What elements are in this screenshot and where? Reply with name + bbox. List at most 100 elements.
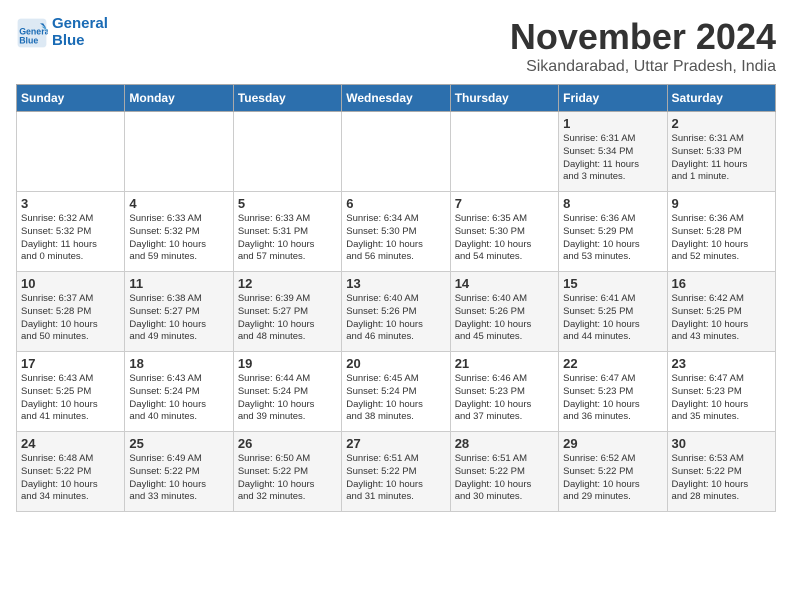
- day-info: Sunrise: 6:44 AM Sunset: 5:24 PM Dayligh…: [238, 373, 337, 424]
- calendar-cell-2-1: 11 Sunrise: 6:38 AM Sunset: 5:27 PM Dayli…: [125, 272, 233, 352]
- day-info: Sunrise: 6:41 AM Sunset: 5:25 PM Dayligh…: [563, 293, 662, 344]
- calendar-row-1: 3Sunrise: 6:32 AM Sunset: 5:32 PM Daylig…: [17, 192, 776, 272]
- day-info: Sunrise: 6:51 AM Sunset: 5:22 PM Dayligh…: [346, 453, 445, 504]
- calendar-cell-0-1: [125, 112, 233, 192]
- calendar-cell-4-3: 27 Sunrise: 6:51 AM Sunset: 5:22 PM Dayli…: [342, 432, 450, 512]
- day-info: Sunrise: 6:47 AM Sunset: 5:23 PM Dayligh…: [672, 373, 771, 424]
- calendar-cell-1-6: 9 Sunrise: 6:36 AM Sunset: 5:28 PM Daylig…: [667, 192, 775, 272]
- day-number: 6: [346, 196, 445, 211]
- calendar-cell-3-6: 23 Sunrise: 6:47 AM Sunset: 5:23 PM Dayli…: [667, 352, 775, 432]
- header-sunday: Sunday: [17, 85, 125, 112]
- day-info: Sunrise: 6:50 AM Sunset: 5:22 PM Dayligh…: [238, 453, 337, 504]
- day-number: 11: [129, 276, 228, 291]
- calendar-cell-0-3: [342, 112, 450, 192]
- calendar-cell-3-0: 17 Sunrise: 6:43 AM Sunset: 5:25 PM Dayli…: [17, 352, 125, 432]
- logo-icon: General Blue: [16, 17, 48, 49]
- calendar-cell-2-3: 13Sunrise: 6:40 AM Sunset: 5:26 PM Dayli…: [342, 272, 450, 352]
- day-number: 23: [672, 356, 771, 371]
- day-number: 17: [21, 356, 120, 371]
- header-friday: Friday: [559, 85, 667, 112]
- day-info: Sunrise: 6:48 AM Sunset: 5:22 PM Dayligh…: [21, 453, 120, 504]
- header-thursday: Thursday: [450, 85, 558, 112]
- calendar-body: 1 Sunrise: 6:31 AM Sunset: 5:34 PM Daylig…: [17, 112, 776, 512]
- location-subtitle: Sikandarabad, Uttar Pradesh, India: [510, 58, 776, 76]
- day-number: 16: [672, 276, 771, 291]
- day-info: Sunrise: 6:38 AM Sunset: 5:27 PM Dayligh…: [129, 293, 228, 344]
- logo-text-general: General: [52, 16, 108, 33]
- calendar-cell-0-0: [17, 112, 125, 192]
- calendar-cell-2-0: 10Sunrise: 6:37 AM Sunset: 5:28 PM Dayli…: [17, 272, 125, 352]
- calendar-header: Sunday Monday Tuesday Wednesday Thursday…: [17, 85, 776, 112]
- day-number: 21: [455, 356, 554, 371]
- calendar-cell-3-5: 22 Sunrise: 6:47 AM Sunset: 5:23 PM Dayli…: [559, 352, 667, 432]
- day-number: 15: [563, 276, 662, 291]
- day-info: Sunrise: 6:40 AM Sunset: 5:26 PM Dayligh…: [455, 293, 554, 344]
- calendar-table: Sunday Monday Tuesday Wednesday Thursday…: [16, 84, 776, 512]
- day-number: 7: [455, 196, 554, 211]
- calendar-cell-4-0: 24Sunrise: 6:48 AM Sunset: 5:22 PM Dayli…: [17, 432, 125, 512]
- day-number: 1: [563, 116, 662, 131]
- logo-text-blue: Blue: [52, 33, 108, 50]
- day-number: 27: [346, 436, 445, 451]
- calendar-cell-0-6: 2 Sunrise: 6:31 AM Sunset: 5:33 PM Daylig…: [667, 112, 775, 192]
- day-info: Sunrise: 6:43 AM Sunset: 5:25 PM Dayligh…: [21, 373, 120, 424]
- day-info: Sunrise: 6:36 AM Sunset: 5:28 PM Dayligh…: [672, 213, 771, 264]
- calendar-cell-3-4: 21 Sunrise: 6:46 AM Sunset: 5:23 PM Dayli…: [450, 352, 558, 432]
- header-tuesday: Tuesday: [233, 85, 341, 112]
- calendar-row-4: 24Sunrise: 6:48 AM Sunset: 5:22 PM Dayli…: [17, 432, 776, 512]
- day-number: 26: [238, 436, 337, 451]
- day-number: 2: [672, 116, 771, 131]
- day-number: 9: [672, 196, 771, 211]
- calendar-row-0: 1 Sunrise: 6:31 AM Sunset: 5:34 PM Daylig…: [17, 112, 776, 192]
- day-number: 18: [129, 356, 228, 371]
- day-info: Sunrise: 6:47 AM Sunset: 5:23 PM Dayligh…: [563, 373, 662, 424]
- day-number: 29: [563, 436, 662, 451]
- header-wednesday: Wednesday: [342, 85, 450, 112]
- calendar-cell-3-2: 19Sunrise: 6:44 AM Sunset: 5:24 PM Dayli…: [233, 352, 341, 432]
- calendar-cell-1-0: 3Sunrise: 6:32 AM Sunset: 5:32 PM Daylig…: [17, 192, 125, 272]
- calendar-cell-1-2: 5Sunrise: 6:33 AM Sunset: 5:31 PM Daylig…: [233, 192, 341, 272]
- calendar-cell-3-1: 18 Sunrise: 6:43 AM Sunset: 5:24 PM Dayli…: [125, 352, 233, 432]
- day-number: 8: [563, 196, 662, 211]
- calendar-cell-3-3: 20Sunrise: 6:45 AM Sunset: 5:24 PM Dayli…: [342, 352, 450, 432]
- day-number: 13: [346, 276, 445, 291]
- day-info: Sunrise: 6:45 AM Sunset: 5:24 PM Dayligh…: [346, 373, 445, 424]
- month-title: November 2024: [510, 16, 776, 58]
- day-number: 4: [129, 196, 228, 211]
- day-info: Sunrise: 6:37 AM Sunset: 5:28 PM Dayligh…: [21, 293, 120, 344]
- day-info: Sunrise: 6:42 AM Sunset: 5:25 PM Dayligh…: [672, 293, 771, 344]
- header-row: Sunday Monday Tuesday Wednesday Thursday…: [17, 85, 776, 112]
- day-number: 5: [238, 196, 337, 211]
- calendar-cell-1-1: 4 Sunrise: 6:33 AM Sunset: 5:32 PM Daylig…: [125, 192, 233, 272]
- logo: General Blue General Blue: [16, 16, 108, 49]
- day-number: 12: [238, 276, 337, 291]
- title-block: November 2024 Sikandarabad, Uttar Prades…: [510, 16, 776, 76]
- day-info: Sunrise: 6:31 AM Sunset: 5:34 PM Dayligh…: [563, 133, 662, 184]
- page-header: General Blue General Blue November 2024 …: [16, 16, 776, 76]
- day-info: Sunrise: 6:31 AM Sunset: 5:33 PM Dayligh…: [672, 133, 771, 184]
- calendar-row-3: 17 Sunrise: 6:43 AM Sunset: 5:25 PM Dayli…: [17, 352, 776, 432]
- calendar-cell-1-3: 6 Sunrise: 6:34 AM Sunset: 5:30 PM Daylig…: [342, 192, 450, 272]
- day-info: Sunrise: 6:39 AM Sunset: 5:27 PM Dayligh…: [238, 293, 337, 344]
- day-info: Sunrise: 6:33 AM Sunset: 5:32 PM Dayligh…: [129, 213, 228, 264]
- header-saturday: Saturday: [667, 85, 775, 112]
- day-info: Sunrise: 6:43 AM Sunset: 5:24 PM Dayligh…: [129, 373, 228, 424]
- calendar-cell-1-5: 8 Sunrise: 6:36 AM Sunset: 5:29 PM Daylig…: [559, 192, 667, 272]
- day-info: Sunrise: 6:53 AM Sunset: 5:22 PM Dayligh…: [672, 453, 771, 504]
- calendar-cell-4-4: 28Sunrise: 6:51 AM Sunset: 5:22 PM Dayli…: [450, 432, 558, 512]
- calendar-cell-2-5: 15 Sunrise: 6:41 AM Sunset: 5:25 PM Dayli…: [559, 272, 667, 352]
- day-number: 14: [455, 276, 554, 291]
- day-info: Sunrise: 6:34 AM Sunset: 5:30 PM Dayligh…: [346, 213, 445, 264]
- day-number: 25: [129, 436, 228, 451]
- calendar-cell-2-4: 14 Sunrise: 6:40 AM Sunset: 5:26 PM Dayli…: [450, 272, 558, 352]
- calendar-cell-4-2: 26 Sunrise: 6:50 AM Sunset: 5:22 PM Dayli…: [233, 432, 341, 512]
- calendar-cell-4-6: 30 Sunrise: 6:53 AM Sunset: 5:22 PM Dayli…: [667, 432, 775, 512]
- calendar-cell-2-2: 12 Sunrise: 6:39 AM Sunset: 5:27 PM Dayli…: [233, 272, 341, 352]
- day-info: Sunrise: 6:36 AM Sunset: 5:29 PM Dayligh…: [563, 213, 662, 264]
- calendar-cell-4-5: 29Sunrise: 6:52 AM Sunset: 5:22 PM Dayli…: [559, 432, 667, 512]
- calendar-cell-0-4: [450, 112, 558, 192]
- day-info: Sunrise: 6:46 AM Sunset: 5:23 PM Dayligh…: [455, 373, 554, 424]
- calendar-cell-4-1: 25Sunrise: 6:49 AM Sunset: 5:22 PM Dayli…: [125, 432, 233, 512]
- day-number: 22: [563, 356, 662, 371]
- day-number: 30: [672, 436, 771, 451]
